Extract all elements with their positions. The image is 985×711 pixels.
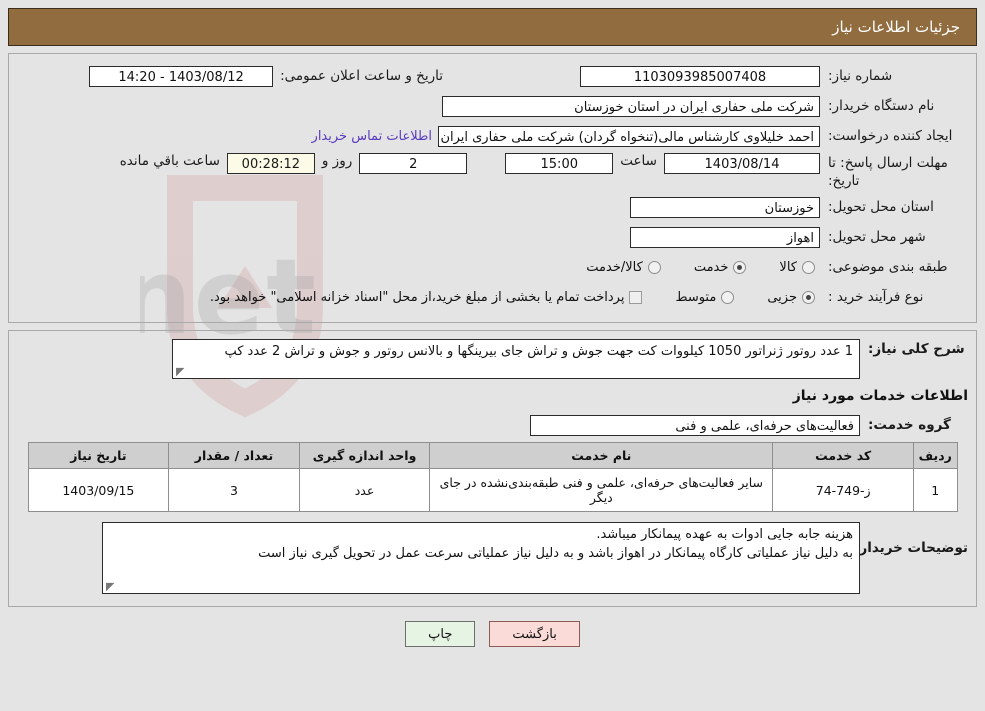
creator-value: احمد خلیلاوی کارشناس مالی(تنخواه گردان) …: [438, 125, 820, 147]
need-number-label: شماره نیاز:: [828, 68, 893, 84]
page-header-bar: جزئیات اطلاعات نیاز: [8, 8, 977, 46]
description-value: 1 عدد روتور ژنراتور 1050 کیلووات کت جهت …: [224, 344, 853, 360]
cell-name: سایر فعالیت‌های حرفه‌ای، علمی و فنی طبقه…: [429, 468, 774, 513]
treasury-checkbox-text: پرداخت تمام یا بخشی از مبلغ خرید،از محل …: [209, 289, 625, 305]
cell-code: ز-749-74: [772, 468, 914, 513]
row-description: شرح کلی نیاز: 1 عدد روتور ژنراتور 1050 ک…: [17, 339, 968, 380]
row-service-group: گروه خدمت: فعالیت‌های حرفه‌ای، علمی و فن…: [17, 412, 968, 438]
cell-date: 1403/09/15: [27, 468, 170, 513]
buyer-contact-link[interactable]: اطلاعات تماس خریدار: [306, 129, 438, 144]
table-row: 1 ز-749-74 سایر فعالیت‌های حرفه‌ای، علمی…: [27, 468, 958, 513]
public-announce-label: تاریخ و ساعت اعلان عمومی:: [280, 68, 443, 84]
print-button[interactable]: چاپ: [405, 621, 476, 648]
process-label: نوع فرآیند خرید :: [828, 289, 924, 306]
process-label-motavaset: متوسط: [675, 289, 717, 305]
need-number-value: 1103093985007408: [580, 65, 820, 87]
row-process-type: نوع فرآیند خرید : جزیی متوسط پرداخت تمام…: [17, 284, 968, 310]
services-panel: شرح کلی نیاز: 1 عدد روتور ژنراتور 1050 ک…: [8, 330, 977, 608]
resize-grip-icon-notes[interactable]: ◥: [106, 580, 116, 593]
radio-icon-kala[interactable]: [802, 260, 815, 274]
province-label: استان محل تحویل:: [828, 199, 934, 216]
row-city: شهر محل تحویل: اهواز: [17, 224, 968, 250]
city-value: اهواز: [630, 226, 820, 248]
back-button[interactable]: بازگشت: [489, 621, 580, 648]
days-and-label: روز و: [321, 153, 353, 169]
service-group-value: فعالیت‌های حرفه‌ای، علمی و فنی: [530, 414, 860, 436]
buyer-notes-line-1: هزینه جابه جایی ادوات به عهده پیمانکار م…: [596, 527, 853, 543]
buyer-notes-textarea[interactable]: هزینه جابه جایی ادوات به عهده پیمانکار م…: [102, 522, 860, 595]
deadline-hour-value: 15:00: [505, 153, 614, 174]
cell-qty: 3: [168, 468, 300, 513]
province-value: خوزستان: [630, 196, 820, 218]
radio-icon-jozi[interactable]: [802, 290, 815, 304]
row-category: طبقه بندی موضوعی: کالا خدمت کالا/خدمت: [17, 254, 968, 280]
services-section-title: اطلاعات خدمات مورد نیاز: [792, 388, 968, 405]
category-label: طبقه بندی موضوعی:: [828, 259, 948, 276]
radio-icon-motavaset[interactable]: [721, 290, 735, 304]
buyer-org-value: شرکت ملی حفاری ایران در استان خوزستان: [442, 95, 820, 117]
countdown-timer: 00:28:12: [226, 153, 315, 174]
process-label-jozi: جزیی: [767, 289, 797, 305]
category-option-kala-khedmat[interactable]: کالا/خدمت: [582, 260, 666, 275]
deadline-label: مهلت ارسال پاسخ: تا تاریخ:: [828, 155, 948, 190]
cell-radif: 1: [913, 468, 958, 513]
row-need-number: شماره نیاز: 1103093985007408 تاریخ و ساع…: [17, 63, 968, 89]
category-label-kala-khedmat: کالا/خدمت: [586, 259, 643, 275]
radio-icon-khedmat[interactable]: [733, 260, 747, 274]
row-creator: ایجاد کننده درخواست: احمد خلیلاوی کارشنا…: [17, 123, 968, 149]
remaining-days-value: 2: [359, 153, 468, 174]
countdown-suffix-label: ساعت باقي مانده: [119, 153, 220, 169]
category-option-kala[interactable]: کالا: [775, 260, 820, 275]
treasury-checkbox-option[interactable]: پرداخت تمام یا بخشی از مبلغ خرید،از محل …: [210, 290, 648, 305]
process-option-motavaset[interactable]: متوسط: [671, 290, 739, 305]
row-buyer-org: نام دستگاه خریدار: شرکت ملی حفاری ایران …: [17, 93, 968, 119]
service-group-label: گروه خدمت:: [868, 417, 951, 434]
th-radif: ردیف: [913, 442, 958, 470]
deadline-date-value: 1403/08/14: [664, 153, 820, 174]
city-label: شهر محل تحویل:: [828, 229, 926, 246]
row-deadline: مهلت ارسال پاسخ: تا تاریخ: 1403/08/14 سا…: [17, 153, 968, 190]
th-unit: واحد اندازه گیری: [298, 442, 431, 470]
treasury-checkbox-icon[interactable]: [629, 290, 643, 304]
category-radio-group: کالا خدمت کالا/خدمت: [558, 260, 820, 275]
action-button-bar: بازگشت چاپ: [0, 621, 985, 648]
hour-label: ساعت: [620, 153, 657, 169]
public-announce-value: 1403/08/12 - 14:20: [89, 65, 274, 87]
th-qty: تعداد / مقدار: [168, 442, 300, 470]
row-buyer-notes: توضیحات خریدار: هزینه جابه جایی ادوات به…: [17, 522, 968, 595]
buyer-notes-line-2: به دلیل نیاز عملیاتی کارگاه پیمانکار در …: [258, 546, 853, 562]
process-option-jozi[interactable]: جزیی: [763, 290, 820, 305]
row-province: استان محل تحویل: خوزستان: [17, 194, 968, 220]
th-name: نام خدمت: [429, 442, 774, 470]
category-option-khedmat[interactable]: خدمت: [690, 260, 752, 275]
process-radio-group: جزیی متوسط پرداخت تمام یا بخشی از مبلغ خ…: [210, 290, 820, 305]
table-header-row: ردیف کد خدمت نام خدمت واحد اندازه گیری ت…: [27, 442, 958, 470]
creator-label: ایجاد کننده درخواست:: [828, 128, 953, 144]
description-label: شرح کلی نیاز:: [868, 341, 965, 358]
th-date: تاریخ نیاز: [27, 442, 170, 470]
th-code: کد خدمت: [772, 442, 914, 470]
description-textarea[interactable]: 1 عدد روتور ژنراتور 1050 کیلووات کت جهت …: [172, 339, 860, 380]
services-table: ردیف کد خدمت نام خدمت واحد اندازه گیری ت…: [27, 442, 958, 513]
buyer-notes-label: توضیحات خریدار:: [854, 540, 968, 557]
radio-icon-kala-khedmat[interactable]: [647, 260, 661, 274]
category-label-khedmat: خدمت: [693, 259, 729, 275]
buyer-org-label: نام دستگاه خریدار:: [828, 98, 935, 114]
category-label-kala: کالا: [779, 259, 797, 275]
page-title: جزئیات اطلاعات نیاز: [832, 18, 960, 36]
resize-grip-icon[interactable]: ◥: [176, 365, 186, 378]
cell-unit: عدد: [298, 468, 431, 513]
need-info-panel: شماره نیاز: 1103093985007408 تاریخ و ساع…: [8, 53, 977, 324]
